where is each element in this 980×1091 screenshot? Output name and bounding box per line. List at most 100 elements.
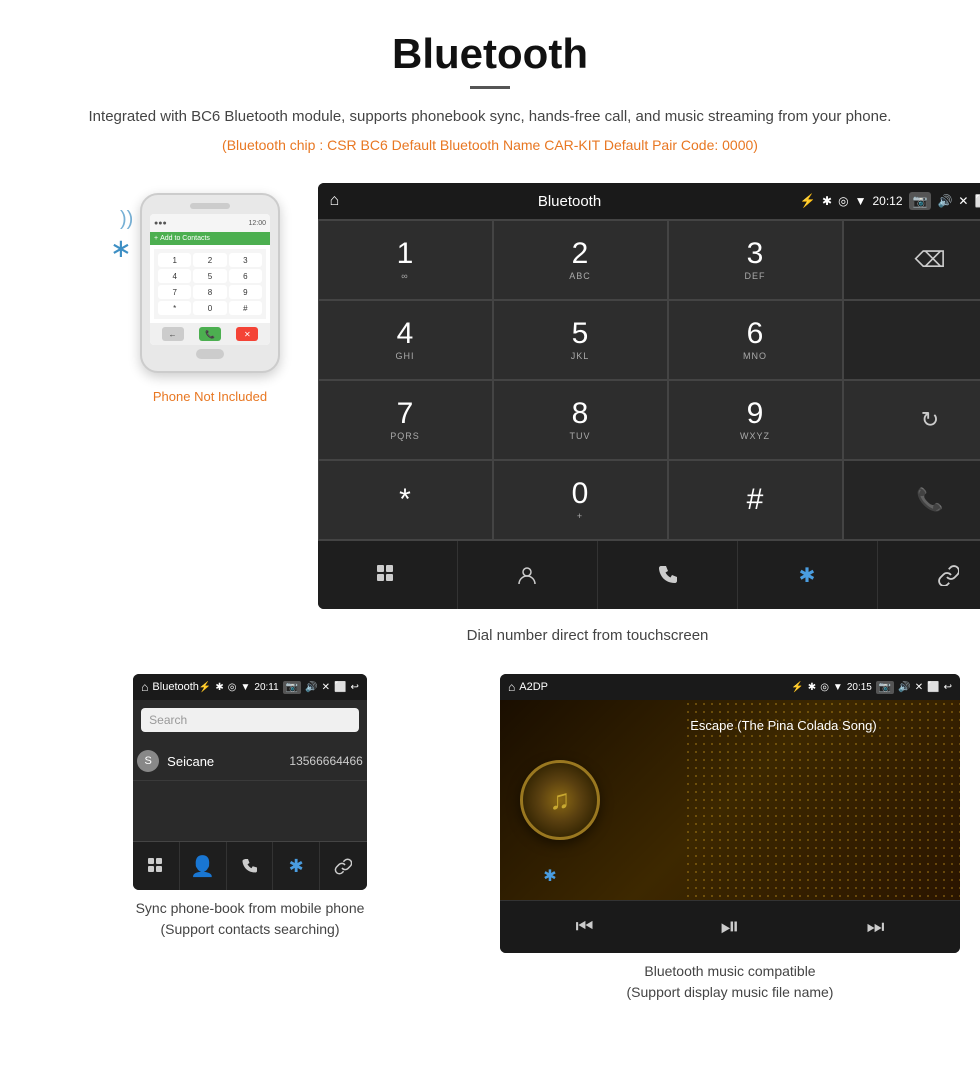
pb-loc-icon: ◎ — [228, 682, 237, 693]
dial-key-0[interactable]: 0 + — [493, 460, 668, 540]
plus-icon: + — [154, 235, 158, 242]
music-note-icon: ♫ — [550, 784, 571, 816]
header: Bluetooth Integrated with BC6 Bluetooth … — [0, 0, 980, 183]
usb-icon: ⚡ — [800, 193, 816, 209]
pb-status-right: ⚡ ✱ ◎ ▼ 20:11 📷 🔊 ✕ ⬜ ↩ — [199, 681, 359, 694]
music-content-area: ♫ ✱ Escape (The Pina Colada Song) — [500, 700, 960, 900]
phone-key-5[interactable]: 5 — [193, 269, 226, 283]
dial-key-5[interactable]: 5 JKL — [493, 300, 668, 380]
phone-key-hash[interactable]: # — [229, 301, 262, 315]
music-back-icon: ↩ — [944, 682, 952, 693]
bluetooth-badge-icon: ✱ — [538, 864, 562, 888]
window-icon[interactable]: ⬜ — [974, 194, 980, 208]
page-container: Bluetooth Integrated with BC6 Bluetooth … — [0, 0, 980, 1023]
main-screen-caption: Dial number direct from touchscreen — [318, 619, 858, 664]
phone-carrier: ●●● — [154, 220, 167, 227]
music-time: 20:15 — [847, 682, 872, 693]
pb-tool-link[interactable] — [320, 842, 367, 890]
music-close-icon: ✕ — [915, 682, 923, 693]
music-controls: ⏮ ⏯ ⏭ — [500, 900, 960, 953]
phone-time-small: 12:00 — [248, 220, 266, 227]
music-usb-icon: ⚡ — [791, 682, 803, 693]
wifi-waves-icon: )) — [120, 208, 133, 231]
phone-key-3[interactable]: 3 — [229, 253, 262, 267]
prev-track-btn[interactable]: ⏮ — [575, 916, 593, 939]
phone-mockup: ∗ )) ●●● 12:00 + Add to Contacts — [123, 193, 298, 404]
pb-caption-line1: Sync phone-book from mobile phone — [136, 900, 365, 916]
pb-tool-phone[interactable] — [227, 842, 274, 890]
phone-home-btn[interactable] — [196, 349, 224, 359]
pb-usb-icon: ⚡ — [199, 682, 211, 693]
phone-key-6[interactable]: 6 — [229, 269, 262, 283]
dial-key-7[interactable]: 7 PQRS — [318, 380, 493, 460]
dial-key-2[interactable]: 2 ABC — [493, 220, 668, 300]
pb-status-bar: ⌂ Bluetooth ⚡ ✱ ◎ ▼ 20:11 📷 🔊 ✕ ⬜ — [133, 674, 367, 700]
pb-search-bar[interactable]: Search — [141, 708, 359, 732]
music-status-bar: ⌂ A2DP ⚡ ✱ ◎ ▼ 20:15 📷 🔊 ✕ ⬜ ↩ — [500, 674, 960, 700]
phone-dialpad: 1 2 3 4 5 6 7 8 9 * 0 # — [154, 249, 266, 319]
phone-key-8[interactable]: 8 — [193, 285, 226, 299]
toolbar-contact-btn[interactable] — [458, 541, 598, 609]
contact-number: 13566664466 — [289, 754, 362, 768]
pb-home-icon: ⌂ — [141, 680, 148, 694]
pb-bt-icon: ✱ — [215, 682, 223, 693]
pb-win-icon: ⬜ — [334, 682, 346, 693]
backspace-icon[interactable]: ⌫ — [914, 247, 945, 273]
dial-refresh[interactable]: ↻ — [843, 380, 980, 460]
music-screen-container: ⌂ A2DP ⚡ ✱ ◎ ▼ 20:15 📷 🔊 ✕ ⬜ ↩ — [500, 674, 960, 953]
dial-key-9[interactable]: 9 WXYZ — [668, 380, 843, 460]
phone-key-9[interactable]: 9 — [229, 285, 262, 299]
dial-key-4[interactable]: 4 GHI — [318, 300, 493, 380]
main-screen-wrapper: ⌂ Bluetooth ⚡ ✱ ◎ ▼ 20:12 📷 🔊 ✕ ⬜ ↩ — [318, 183, 858, 664]
phone-key-2[interactable]: 2 — [193, 253, 226, 267]
phone-end-btn[interactable]: ✕ — [236, 327, 258, 341]
phone-key-star[interactable]: * — [158, 301, 191, 315]
toolbar-grid-btn[interactable] — [318, 541, 458, 609]
pb-empty-area — [133, 781, 367, 841]
bluetooth-status-icon: ✱ — [822, 194, 832, 208]
toolbar-phone-btn[interactable] — [598, 541, 738, 609]
phone-body: ●●● 12:00 + Add to Contacts 1 2 — [140, 193, 280, 373]
music-bt-icon: ✱ — [808, 682, 816, 693]
phone-back-btn[interactable]: ← — [162, 327, 184, 341]
pb-signal-icon: ▼ — [240, 682, 250, 693]
location-icon: ◎ — [838, 194, 848, 208]
phone-key-1[interactable]: 1 — [158, 253, 191, 267]
toolbar-bluetooth-btn[interactable]: ✱ — [738, 541, 878, 609]
pb-toolbar: 👤 ✱ — [133, 841, 367, 890]
camera-icon[interactable]: 📷 — [909, 192, 932, 210]
music-caption-line2: (Support display music file name) — [627, 984, 834, 1000]
status-bar-left: ⌂ — [330, 192, 340, 210]
pb-vol-icon: 🔊 — [305, 682, 317, 693]
pb-tool-contact[interactable]: 👤 — [180, 842, 227, 890]
dial-key-1[interactable]: 1 ∞ — [318, 220, 493, 300]
phone-call-btn[interactable]: 📞 — [199, 327, 221, 341]
play-pause-btn[interactable]: ⏯ — [720, 913, 739, 941]
pb-tool-bluetooth[interactable]: ✱ — [273, 842, 320, 890]
phone-key-0[interactable]: 0 — [193, 301, 226, 315]
pb-close-icon: ✕ — [322, 682, 330, 693]
phone-contacts: 1 2 3 4 5 6 7 8 9 * 0 # — [150, 245, 270, 323]
call-green-icon[interactable]: 📞 — [916, 487, 943, 513]
phone-key-4[interactable]: 4 — [158, 269, 191, 283]
main-status-bar: ⌂ Bluetooth ⚡ ✱ ◎ ▼ 20:12 📷 🔊 ✕ ⬜ ↩ — [318, 183, 980, 219]
middle-section: ∗ )) ●●● 12:00 + Add to Contacts — [0, 183, 980, 664]
music-caption-line1: Bluetooth music compatible — [644, 963, 815, 979]
pb-status-title: Bluetooth — [152, 681, 198, 693]
dial-key-3[interactable]: 3 DEF — [668, 220, 843, 300]
dial-key-6[interactable]: 6 MNO — [668, 300, 843, 380]
dial-key-hash[interactable]: # — [668, 460, 843, 540]
home-icon[interactable]: ⌂ — [330, 192, 340, 210]
phone-screen: ●●● 12:00 + Add to Contacts 1 2 — [150, 214, 270, 345]
music-cam-icon: 📷 — [876, 681, 894, 694]
dial-key-8[interactable]: 8 TUV — [493, 380, 668, 460]
volume-icon[interactable]: 🔊 — [937, 194, 952, 208]
add-contacts-label: Add to Contacts — [160, 235, 210, 242]
dialer-toolbar: ✱ — [318, 540, 980, 609]
dial-key-star[interactable]: * — [318, 460, 493, 540]
pb-tool-grid[interactable] — [133, 842, 180, 890]
close-icon[interactable]: ✕ — [958, 194, 968, 208]
phone-key-7[interactable]: 7 — [158, 285, 191, 299]
toolbar-link-btn[interactable] — [878, 541, 980, 609]
next-track-btn[interactable]: ⏭ — [867, 916, 885, 939]
